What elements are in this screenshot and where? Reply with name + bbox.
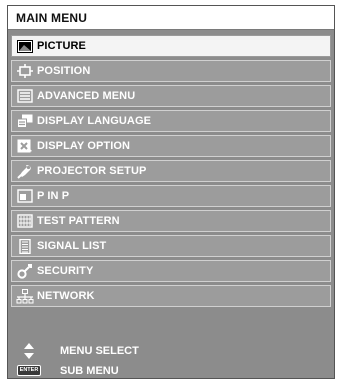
menu-item-label: TEST PATTERN	[37, 215, 120, 227]
picture-icon	[16, 38, 34, 54]
signal-list-icon	[16, 238, 34, 254]
menu-item-signal-list[interactable]: SIGNAL LIST	[11, 235, 331, 257]
footer-sub-menu: ENTER SUB MENU	[8, 361, 334, 380]
menu-footer: MENU SELECT ENTER SUB MENU	[8, 341, 334, 379]
advanced-menu-icon	[16, 88, 34, 104]
menu-item-label: POSITION	[37, 65, 91, 77]
main-menu-panel: MAIN MENU PICTURE POSITION ADVANCED MENU…	[7, 5, 335, 379]
menu-item-label: P IN P	[37, 190, 70, 202]
menu-item-label: ADVANCED MENU	[37, 90, 136, 102]
menu-header: MAIN MENU	[8, 6, 334, 30]
menu-item-projector-setup[interactable]: PROJECTOR SETUP	[11, 160, 331, 182]
menu-item-position[interactable]: POSITION	[11, 60, 331, 82]
menu-item-p-in-p[interactable]: P IN P	[11, 185, 331, 207]
menu-item-label: PICTURE	[37, 40, 86, 52]
menu-item-label: DISPLAY OPTION	[37, 140, 131, 152]
menu-item-display-language[interactable]: DISPLAY LANGUAGE	[11, 110, 331, 132]
enter-key-icon: ENTER	[14, 365, 44, 376]
menu-item-security[interactable]: SECURITY	[11, 260, 331, 282]
menu-item-network[interactable]: NETWORK	[11, 285, 331, 307]
menu-item-label: DISPLAY LANGUAGE	[37, 115, 152, 127]
projector-setup-icon	[16, 163, 34, 179]
menu-item-label: NETWORK	[37, 290, 95, 302]
p-in-p-icon	[16, 188, 34, 204]
menu-item-picture[interactable]: PICTURE	[11, 35, 331, 57]
up-down-arrow-icon	[14, 342, 44, 359]
test-pattern-icon	[16, 213, 34, 229]
menu-title: MAIN MENU	[16, 11, 88, 25]
menu-item-advanced-menu[interactable]: ADVANCED MENU	[11, 85, 331, 107]
footer-menu-select-text: MENU SELECT	[60, 344, 139, 357]
network-icon	[16, 288, 34, 304]
display-language-icon	[16, 113, 34, 129]
menu-item-label: SIGNAL LIST	[37, 240, 107, 252]
menu-item-label: PROJECTOR SETUP	[37, 165, 147, 177]
footer-menu-select: MENU SELECT	[8, 341, 334, 360]
menu-item-label: SECURITY	[37, 265, 94, 277]
menu-item-display-option[interactable]: DISPLAY OPTION	[11, 135, 331, 157]
position-icon	[16, 63, 34, 79]
footer-sub-menu-text: SUB MENU	[60, 364, 119, 377]
security-key-icon	[16, 263, 34, 279]
menu-item-test-pattern[interactable]: TEST PATTERN	[11, 210, 331, 232]
enter-key-label: ENTER	[16, 365, 42, 376]
display-option-icon	[16, 138, 34, 154]
